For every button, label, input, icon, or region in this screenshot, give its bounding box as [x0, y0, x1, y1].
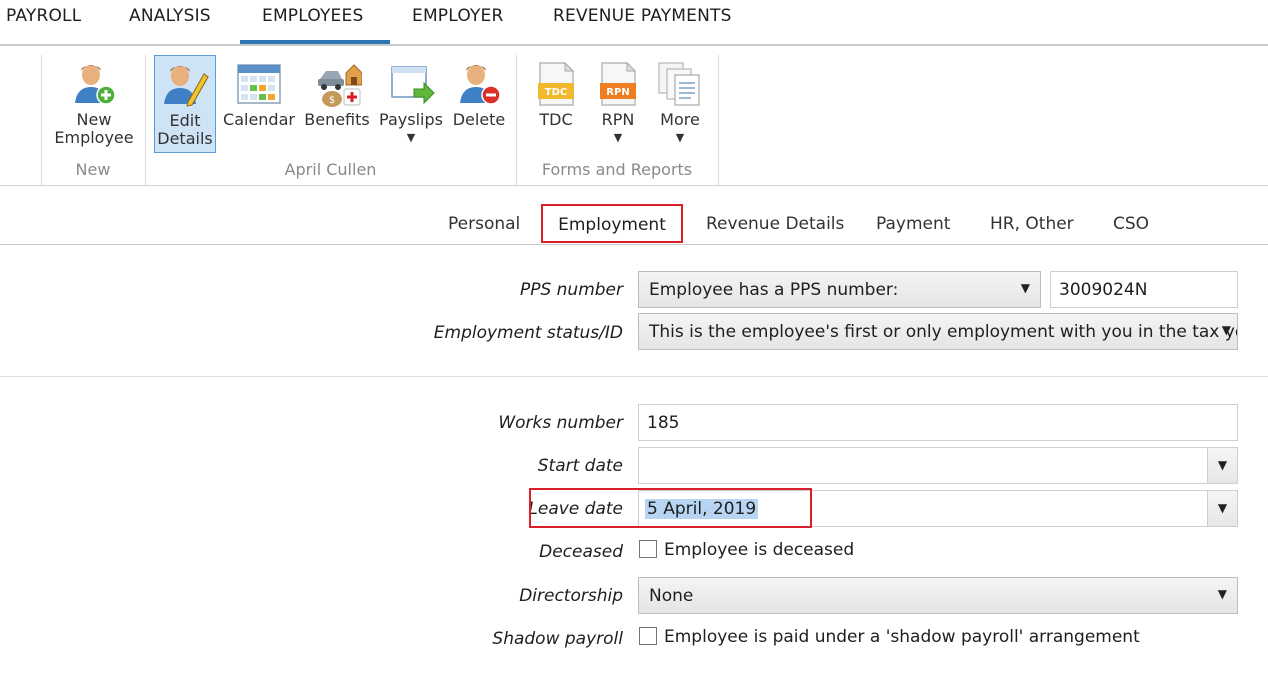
- delete-label: Delete: [452, 110, 506, 129]
- chevron-down-icon: ▼: [1221, 323, 1231, 337]
- pps-type-value: Employee has a PPS number:: [649, 280, 899, 300]
- works-number-input[interactable]: 185: [638, 404, 1238, 441]
- tab-cso[interactable]: CSO: [1113, 214, 1149, 234]
- nav-tab-employees[interactable]: EMPLOYEES: [262, 6, 363, 26]
- start-date-label: Start date: [537, 456, 623, 476]
- works-number-value: 185: [647, 413, 680, 433]
- svg-text:$: $: [329, 95, 335, 106]
- rpn-label: RPN: [601, 110, 635, 129]
- chevron-down-icon: ▼: [1020, 281, 1030, 295]
- nav-tab-revenue-payments[interactable]: REVENUE PAYMENTS: [553, 6, 732, 26]
- more-button[interactable]: More ▼: [652, 55, 708, 153]
- ribbon-separator: [718, 55, 719, 185]
- start-date-picker[interactable]: ▼: [638, 447, 1238, 484]
- payslips-label: Payslips: [379, 110, 443, 129]
- add-user-icon: [75, 65, 116, 105]
- payslips-dropdown-icon: ▼: [406, 131, 416, 144]
- chevron-down-icon: ▼: [1217, 587, 1227, 601]
- benefits-icon: $: [318, 64, 362, 107]
- remove-user-icon: [460, 65, 501, 105]
- pps-number-value: 3009024N: [1059, 280, 1148, 300]
- tdc-document-icon: TDC: [538, 61, 575, 106]
- rpn-document-icon: RPN: [600, 61, 637, 106]
- pps-number-input[interactable]: 3009024N: [1050, 271, 1238, 308]
- edit-user-icon: [164, 66, 209, 107]
- tab-revenue-details[interactable]: Revenue Details: [706, 214, 844, 234]
- date-dropdown-icon[interactable]: ▼: [1207, 448, 1237, 483]
- benefits-label: Benefits: [304, 110, 370, 129]
- section-divider: [0, 376, 1268, 377]
- new-employee-label-2: Employee: [54, 128, 134, 147]
- nav-tab-analysis[interactable]: ANALYSIS: [129, 6, 211, 26]
- calendar-icon: [237, 64, 281, 104]
- deceased-checkbox[interactable]: [639, 540, 657, 558]
- rpn-button[interactable]: RPN RPN ▼: [590, 55, 646, 153]
- more-label: More: [660, 110, 700, 129]
- benefits-button[interactable]: $ Benefits: [302, 55, 372, 153]
- tdc-button[interactable]: TDC TDC: [528, 55, 584, 153]
- ribbon-group-forms-label: Forms and Reports: [541, 160, 693, 179]
- deceased-checkbox-label[interactable]: Employee is deceased: [664, 540, 854, 560]
- edit-details-label-1: Edit: [169, 111, 201, 130]
- tab-personal[interactable]: Personal: [448, 214, 520, 234]
- rpn-dropdown-icon: ▼: [613, 131, 623, 144]
- payslips-button[interactable]: Payslips ▼: [378, 55, 444, 153]
- nav-tab-payroll[interactable]: PAYROLL: [6, 6, 81, 26]
- tdc-label: TDC: [539, 110, 573, 129]
- calendar-label: Calendar: [223, 110, 295, 129]
- tab-employment-label: Employment: [558, 215, 666, 235]
- directorship-value: None: [649, 586, 694, 606]
- employee-detail-tabs: Personal Employment Revenue Details Paym…: [0, 204, 1268, 245]
- more-dropdown-icon: ▼: [675, 131, 685, 144]
- new-employee-button[interactable]: New Employee: [52, 55, 136, 153]
- employment-status-value: This is the employee's first or only emp…: [649, 322, 1238, 342]
- edit-details-button[interactable]: Edit Details: [154, 55, 216, 153]
- ribbon-group-employee-label: April Cullen: [284, 160, 377, 179]
- tdc-badge-text: TDC: [545, 87, 567, 98]
- ribbon-group-new-label: New: [75, 160, 111, 179]
- active-tab-indicator: [240, 40, 390, 44]
- new-employee-label-1: New: [76, 110, 112, 129]
- rpn-badge-text: RPN: [606, 87, 629, 98]
- employment-status-label: Employment status/ID: [433, 323, 623, 343]
- payslips-icon: [391, 66, 435, 105]
- pps-number-label: PPS number: [519, 280, 623, 300]
- directorship-select[interactable]: None ▼: [638, 577, 1238, 614]
- shadow-payroll-checkbox-label[interactable]: Employee is paid under a 'shadow payroll…: [664, 627, 1140, 647]
- employment-status-select[interactable]: This is the employee's first or only emp…: [638, 313, 1238, 350]
- documents-stack-icon: [658, 62, 700, 106]
- delete-employee-button[interactable]: Delete: [450, 55, 508, 153]
- main-nav: PAYROLL ANALYSIS EMPLOYEES EMPLOYER REVE…: [0, 0, 1268, 46]
- pps-type-select[interactable]: Employee has a PPS number: ▼: [638, 271, 1041, 308]
- shadow-payroll-checkbox[interactable]: [639, 627, 657, 645]
- deceased-label: Deceased: [539, 542, 623, 562]
- tab-payment[interactable]: Payment: [876, 214, 950, 234]
- directorship-label: Directorship: [519, 586, 623, 606]
- calendar-button[interactable]: Calendar: [222, 55, 296, 153]
- leave-date-highlight: [529, 488, 812, 528]
- date-dropdown-icon[interactable]: ▼: [1207, 491, 1237, 526]
- works-number-label: Works number: [498, 413, 623, 433]
- tab-employment[interactable]: Employment: [541, 204, 683, 243]
- ribbon-toolbar: New Employee New Edit Details Calendar $…: [0, 47, 1268, 186]
- nav-tab-employer[interactable]: EMPLOYER: [412, 6, 504, 26]
- tab-hr-other[interactable]: HR, Other: [990, 214, 1074, 234]
- edit-details-label-2: Details: [157, 129, 213, 148]
- shadow-payroll-label: Shadow payroll: [492, 629, 623, 649]
